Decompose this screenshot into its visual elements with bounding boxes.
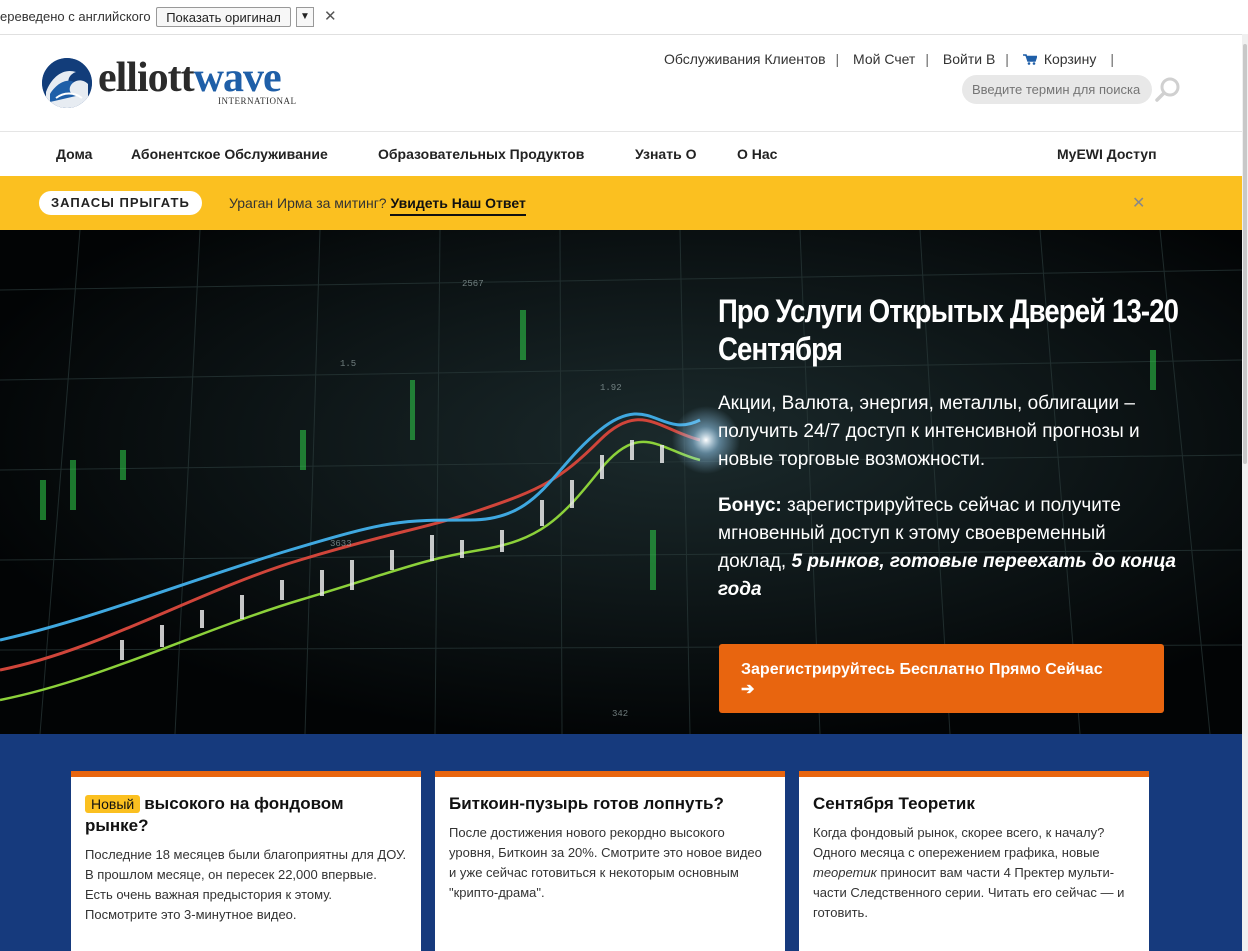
feature-card[interactable]: Сентября Теоретик Когда фондовый рынок, … <box>799 771 1149 951</box>
close-translate-icon[interactable]: ✕ <box>324 7 337 25</box>
card-body: Когда фондовый рынок, скорее всего, к на… <box>813 823 1135 923</box>
card-body: После достижения нового рекордно высоког… <box>449 825 762 900</box>
chart-label: 1.5 <box>340 359 356 369</box>
main-nav: Дома Абонентское Обслуживание Образовате… <box>0 131 1242 177</box>
search-icon[interactable] <box>1155 77 1181 103</box>
card-body: Последние 18 месяцев были благоприятны д… <box>85 847 407 922</box>
cart-label: Корзину <box>1043 51 1097 67</box>
hero-section: 2567 1.5 1.92 3633 342 Про Услуги Открыт… <box>0 230 1242 734</box>
logo-text-wave: wave <box>193 55 282 101</box>
logo-wordmark: elliottwave <box>98 55 282 101</box>
cart-link[interactable]: Корзину <box>1022 51 1101 67</box>
feature-card[interactable]: Новый высокого на фондовом рынке? Последн… <box>71 771 421 951</box>
translate-bar: ереведено с английского Показать оригина… <box>0 0 1248 35</box>
card-body-text: Когда фондовый рынок, скорее всего, к на… <box>813 825 1105 860</box>
separator: | <box>925 51 929 67</box>
close-alert-icon[interactable]: ✕ <box>1132 193 1145 213</box>
page-scrollbar[interactable] <box>1242 34 1248 951</box>
chevron-down-icon: ▼ <box>300 11 310 22</box>
nav-about[interactable]: О Нас <box>737 146 777 162</box>
nav-education-products[interactable]: Образовательных Продуктов <box>378 146 584 162</box>
scrollbar-thumb[interactable] <box>1243 44 1247 464</box>
translate-status-text: ереведено с английского <box>0 9 151 24</box>
login-link[interactable]: Войти В <box>943 51 995 67</box>
translate-options-button[interactable]: ▼ <box>296 7 314 27</box>
chart-label: 1.92 <box>600 383 622 393</box>
feature-cards-section: Новый высокого на фондовом рынке? Последн… <box>0 734 1242 951</box>
search-input[interactable] <box>962 75 1152 104</box>
new-badge: Новый <box>85 795 141 813</box>
alert-link[interactable]: Увидеть Наш Ответ <box>390 195 526 216</box>
wave-logo-icon <box>42 58 92 108</box>
customer-service-link[interactable]: Обслуживания Клиентов <box>664 51 826 67</box>
site-logo[interactable]: elliottwave INTERNATIONAL <box>42 56 302 112</box>
hero-paragraph: Акции, Валюта, энергия, металлы, облигац… <box>718 393 1140 470</box>
show-original-button[interactable]: Показать оригинал <box>156 7 291 27</box>
card-body-emphasis: теоретик <box>813 865 877 880</box>
chart-label: 342 <box>612 709 628 719</box>
register-button-label: Зарегистрируйтесь Бесплатно Прямо Сейчас <box>741 661 1103 678</box>
alert-banner: ЗАПАСЫ ПРЫГАТЬ Ураган Ирма за митинг? Ув… <box>0 176 1242 230</box>
separator: | <box>1110 51 1114 67</box>
nav-myewi-access[interactable]: MyEWI Доступ <box>1057 146 1157 162</box>
card-title: Сентября Теоретик <box>813 794 975 813</box>
hero-title: Про Услуги Открытых Дверей 13-20 Сентябр… <box>718 293 1179 367</box>
alert-pill: ЗАПАСЫ ПРЫГАТЬ <box>39 191 202 215</box>
nav-home[interactable]: Дома <box>56 146 92 162</box>
arrow-right-icon: ➔ <box>741 681 755 698</box>
register-free-button[interactable]: Зарегистрируйтесь Бесплатно Прямо Сейчас… <box>719 644 1164 713</box>
hero-bonus-paragraph: Бонус: зарегистрируйтесь сейчас и получи… <box>718 492 1178 604</box>
separator: | <box>835 51 840 67</box>
chart-label: 3633 <box>330 539 352 549</box>
alert-message-text: Ураган Ирма за митинг? <box>229 195 387 211</box>
feature-card[interactable]: Биткоин-пузырь готов лопнуть? После дост… <box>435 771 785 951</box>
bonus-label: Бонус: <box>718 495 782 516</box>
alert-message: Ураган Ирма за митинг? Увидеть Наш Ответ <box>229 195 526 216</box>
card-title: Биткоин-пузырь готов лопнуть? <box>449 794 724 813</box>
my-account-link[interactable]: Мой Счет <box>853 51 915 67</box>
logo-subtitle: INTERNATIONAL <box>218 96 297 106</box>
card-title: Новый высокого на фондовом рынке? <box>85 793 407 837</box>
search-box <box>962 75 1180 104</box>
top-links: Обслуживания Клиентов | Мой Счет | Войти В… <box>660 51 1120 67</box>
nav-learn[interactable]: Узнать О <box>635 146 696 162</box>
separator: | <box>1005 51 1009 67</box>
chart-label: 2567 <box>462 279 484 289</box>
cart-icon <box>1022 54 1037 65</box>
nav-subscriber-service[interactable]: Абонентское Обслуживание <box>131 146 328 162</box>
logo-text-elliott: elliott <box>98 55 195 101</box>
